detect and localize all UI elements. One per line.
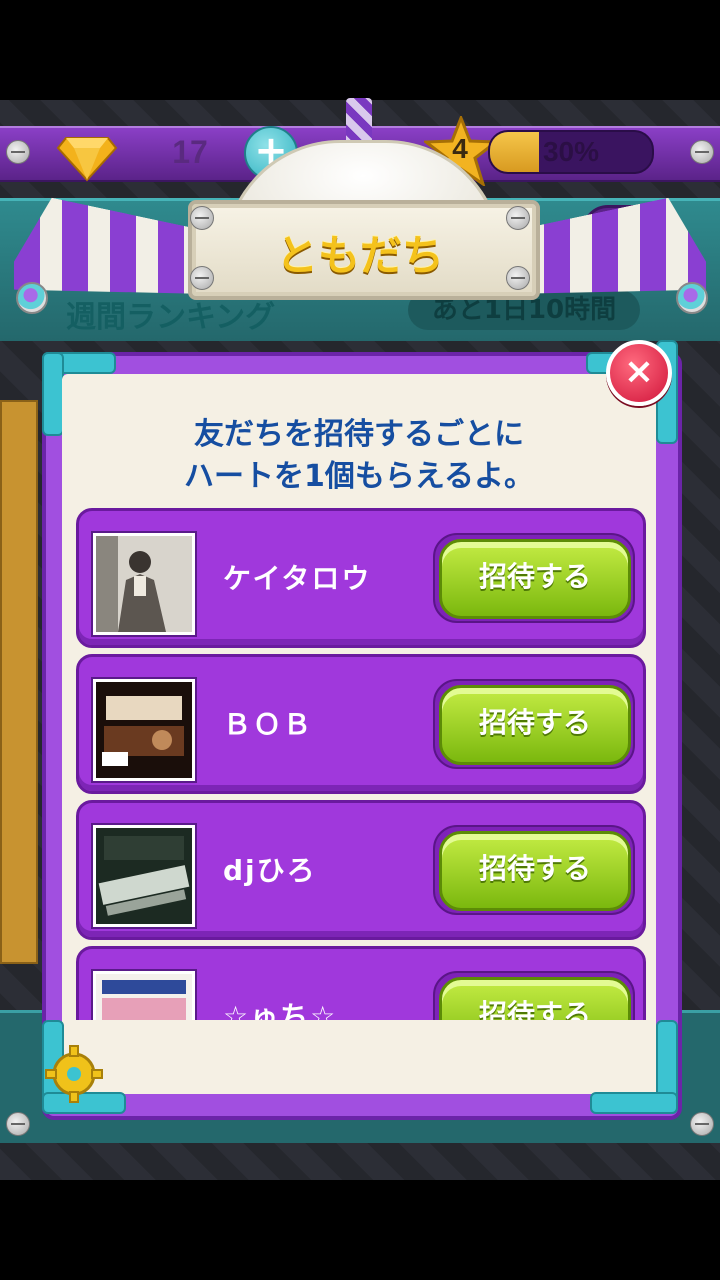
side-panel bbox=[0, 400, 38, 964]
gem-icon bbox=[56, 137, 118, 182]
bolt-icon bbox=[6, 1112, 30, 1136]
friend-avatar bbox=[93, 825, 195, 927]
invite-description: 友だちを招待するごとに ハートを1個もらえるよ。 bbox=[62, 414, 656, 498]
gem-count: 17 bbox=[172, 134, 208, 170]
awning-knob-icon bbox=[16, 282, 48, 314]
frame-corner bbox=[590, 1092, 678, 1114]
bolt-icon bbox=[6, 140, 30, 164]
bolt-icon bbox=[690, 1112, 714, 1136]
friend-row: ☆ゅち☆ 招待する bbox=[76, 946, 646, 1020]
friend-name: ＢＯＢ bbox=[223, 708, 314, 741]
friend-row: ＢＯＢ 招待する bbox=[76, 654, 646, 794]
dialog-footer bbox=[62, 1020, 656, 1094]
level-progress-text: 30% bbox=[542, 136, 600, 167]
friend-name: ☆ゅち☆ bbox=[223, 1000, 338, 1020]
friend-row: djひろ 招待する bbox=[76, 800, 646, 940]
invite-button[interactable]: 招待する bbox=[439, 977, 631, 1020]
friend-name: djひろ bbox=[223, 854, 317, 887]
friend-name: ケイタロウ bbox=[223, 562, 372, 595]
invite-description-line2: ハートを1個もらえるよ。 bbox=[184, 459, 534, 494]
frame-corner bbox=[42, 352, 64, 436]
friend-row: ケイタロウ 招待する bbox=[76, 508, 646, 648]
dialog-title: ともだち bbox=[275, 231, 444, 280]
bolt-icon bbox=[690, 140, 714, 164]
invite-button[interactable]: 招待する bbox=[439, 685, 631, 765]
friends-list[interactable]: ケイタロウ 招待する ＢＯＢ 招待する djひろ 招待する ☆ゅち☆ 招待する bbox=[62, 500, 656, 1020]
friend-avatar bbox=[93, 971, 195, 1020]
game-screen: 17 + 4 30% ♥♥ ✉ 週間ランキング あと1日10時間 ともだち × … bbox=[0, 0, 720, 1280]
gear-icon bbox=[45, 1045, 103, 1103]
friend-avatar bbox=[93, 533, 195, 635]
awning-knob-icon bbox=[676, 282, 708, 314]
invite-button[interactable]: 招待する bbox=[439, 831, 631, 911]
invite-button[interactable]: 招待する bbox=[439, 539, 631, 619]
level-progress-bar: 30% bbox=[488, 130, 654, 174]
close-button[interactable]: × bbox=[606, 340, 672, 406]
invite-description-line1: 友だちを招待するごとに bbox=[194, 417, 524, 452]
friend-avatar bbox=[93, 679, 195, 781]
